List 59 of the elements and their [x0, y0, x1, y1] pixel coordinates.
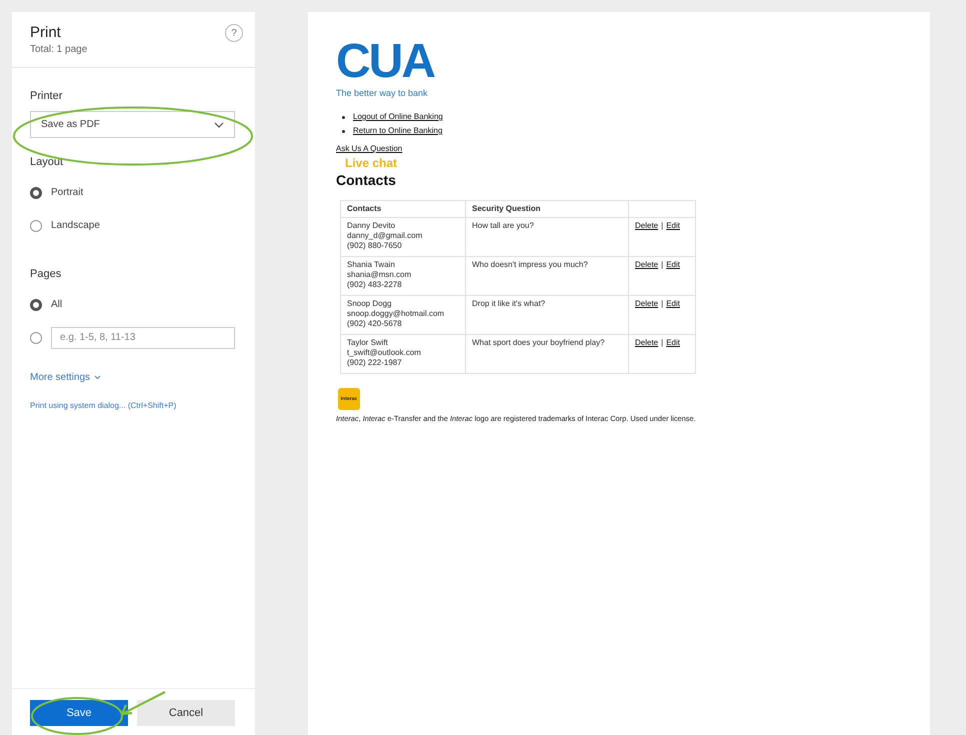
cancel-button[interactable]: Cancel: [137, 700, 235, 726]
bullet-icon: [342, 116, 345, 118]
radio-label: Landscape: [51, 220, 100, 231]
contact-email: t_swift@outlook.com: [347, 348, 422, 358]
contact-email: shania@msn.com: [347, 270, 412, 280]
page-total: Total: 1 page: [30, 44, 88, 55]
link[interactable]: Logout of Online Banking: [353, 110, 443, 124]
help-button[interactable]: ?: [225, 24, 243, 42]
radio-label: All: [51, 299, 62, 310]
security-question: Who doesn't impress you much?: [472, 260, 588, 269]
edit-link[interactable]: Edit: [666, 338, 680, 347]
security-question: Drop it like it's what?: [472, 299, 546, 308]
delete-link[interactable]: Delete: [635, 299, 658, 308]
edit-link[interactable]: Edit: [666, 260, 680, 269]
link[interactable]: Return to Online Banking: [353, 124, 442, 138]
contact-email: danny_d@gmail.com: [347, 231, 424, 241]
bullet-icon: [342, 130, 345, 132]
printer-label: Printer: [30, 90, 64, 102]
page-range-field[interactable]: e.g. 1-5, 8, 11-13: [51, 326, 235, 348]
pages-label: Pages: [30, 268, 62, 280]
link-separator: |: [661, 299, 664, 308]
contact-phone: (902) 420-5678: [347, 319, 403, 329]
delete-link[interactable]: Delete: [635, 221, 658, 230]
radio-label: Portrait: [51, 187, 84, 198]
logo: CUA: [336, 38, 436, 86]
contact-name: Danny Devito: [347, 221, 396, 231]
chevron-down-icon: [94, 375, 102, 380]
panel-title: Print: [30, 24, 62, 41]
contact-email: snoop.doggy@hotmail.com: [347, 309, 446, 319]
radio-button[interactable]: [30, 298, 42, 310]
system-dialog-link[interactable]: Print using system dialog... (Ctrl+Shift+P): [30, 401, 235, 410]
link-separator: |: [661, 221, 664, 230]
link-separator: |: [661, 260, 664, 269]
delete-link[interactable]: Delete: [635, 260, 658, 269]
radio-button[interactable]: [30, 220, 42, 232]
edit-link[interactable]: Edit: [666, 299, 680, 308]
contact-phone: (902) 483-2278: [347, 280, 403, 290]
contact-phone: (902) 880-7650: [347, 241, 403, 251]
contact-name: Taylor Swift: [347, 338, 389, 348]
radio-button[interactable]: [30, 332, 42, 344]
contact-phone: (902) 222-1987: [347, 358, 403, 368]
column-header: Contacts: [340, 200, 466, 218]
security-question: How tall are you?: [472, 221, 534, 230]
security-question: What sport does your boyfriend play?: [472, 338, 605, 347]
printer-dropdown[interactable]: Save as PDF: [30, 111, 235, 138]
edit-link[interactable]: Edit: [666, 221, 680, 230]
chevron-down-icon: [214, 122, 224, 128]
ask-question-link[interactable]: Ask Us A Question: [336, 144, 402, 153]
contact-name: Snoop Dogg: [347, 299, 392, 309]
contact-name: Shania Twain: [347, 260, 396, 270]
layout-label: Layout: [30, 156, 64, 168]
column-header: Security Question: [466, 200, 628, 218]
more-settings-link[interactable]: More settings: [30, 372, 102, 383]
link-separator: |: [661, 338, 664, 347]
tagline: The better way to bank: [336, 88, 429, 98]
delete-link[interactable]: Delete: [635, 338, 658, 347]
radio-button[interactable]: [30, 186, 42, 198]
save-button[interactable]: Save: [30, 700, 128, 726]
contacts-heading: Contacts: [336, 172, 397, 188]
